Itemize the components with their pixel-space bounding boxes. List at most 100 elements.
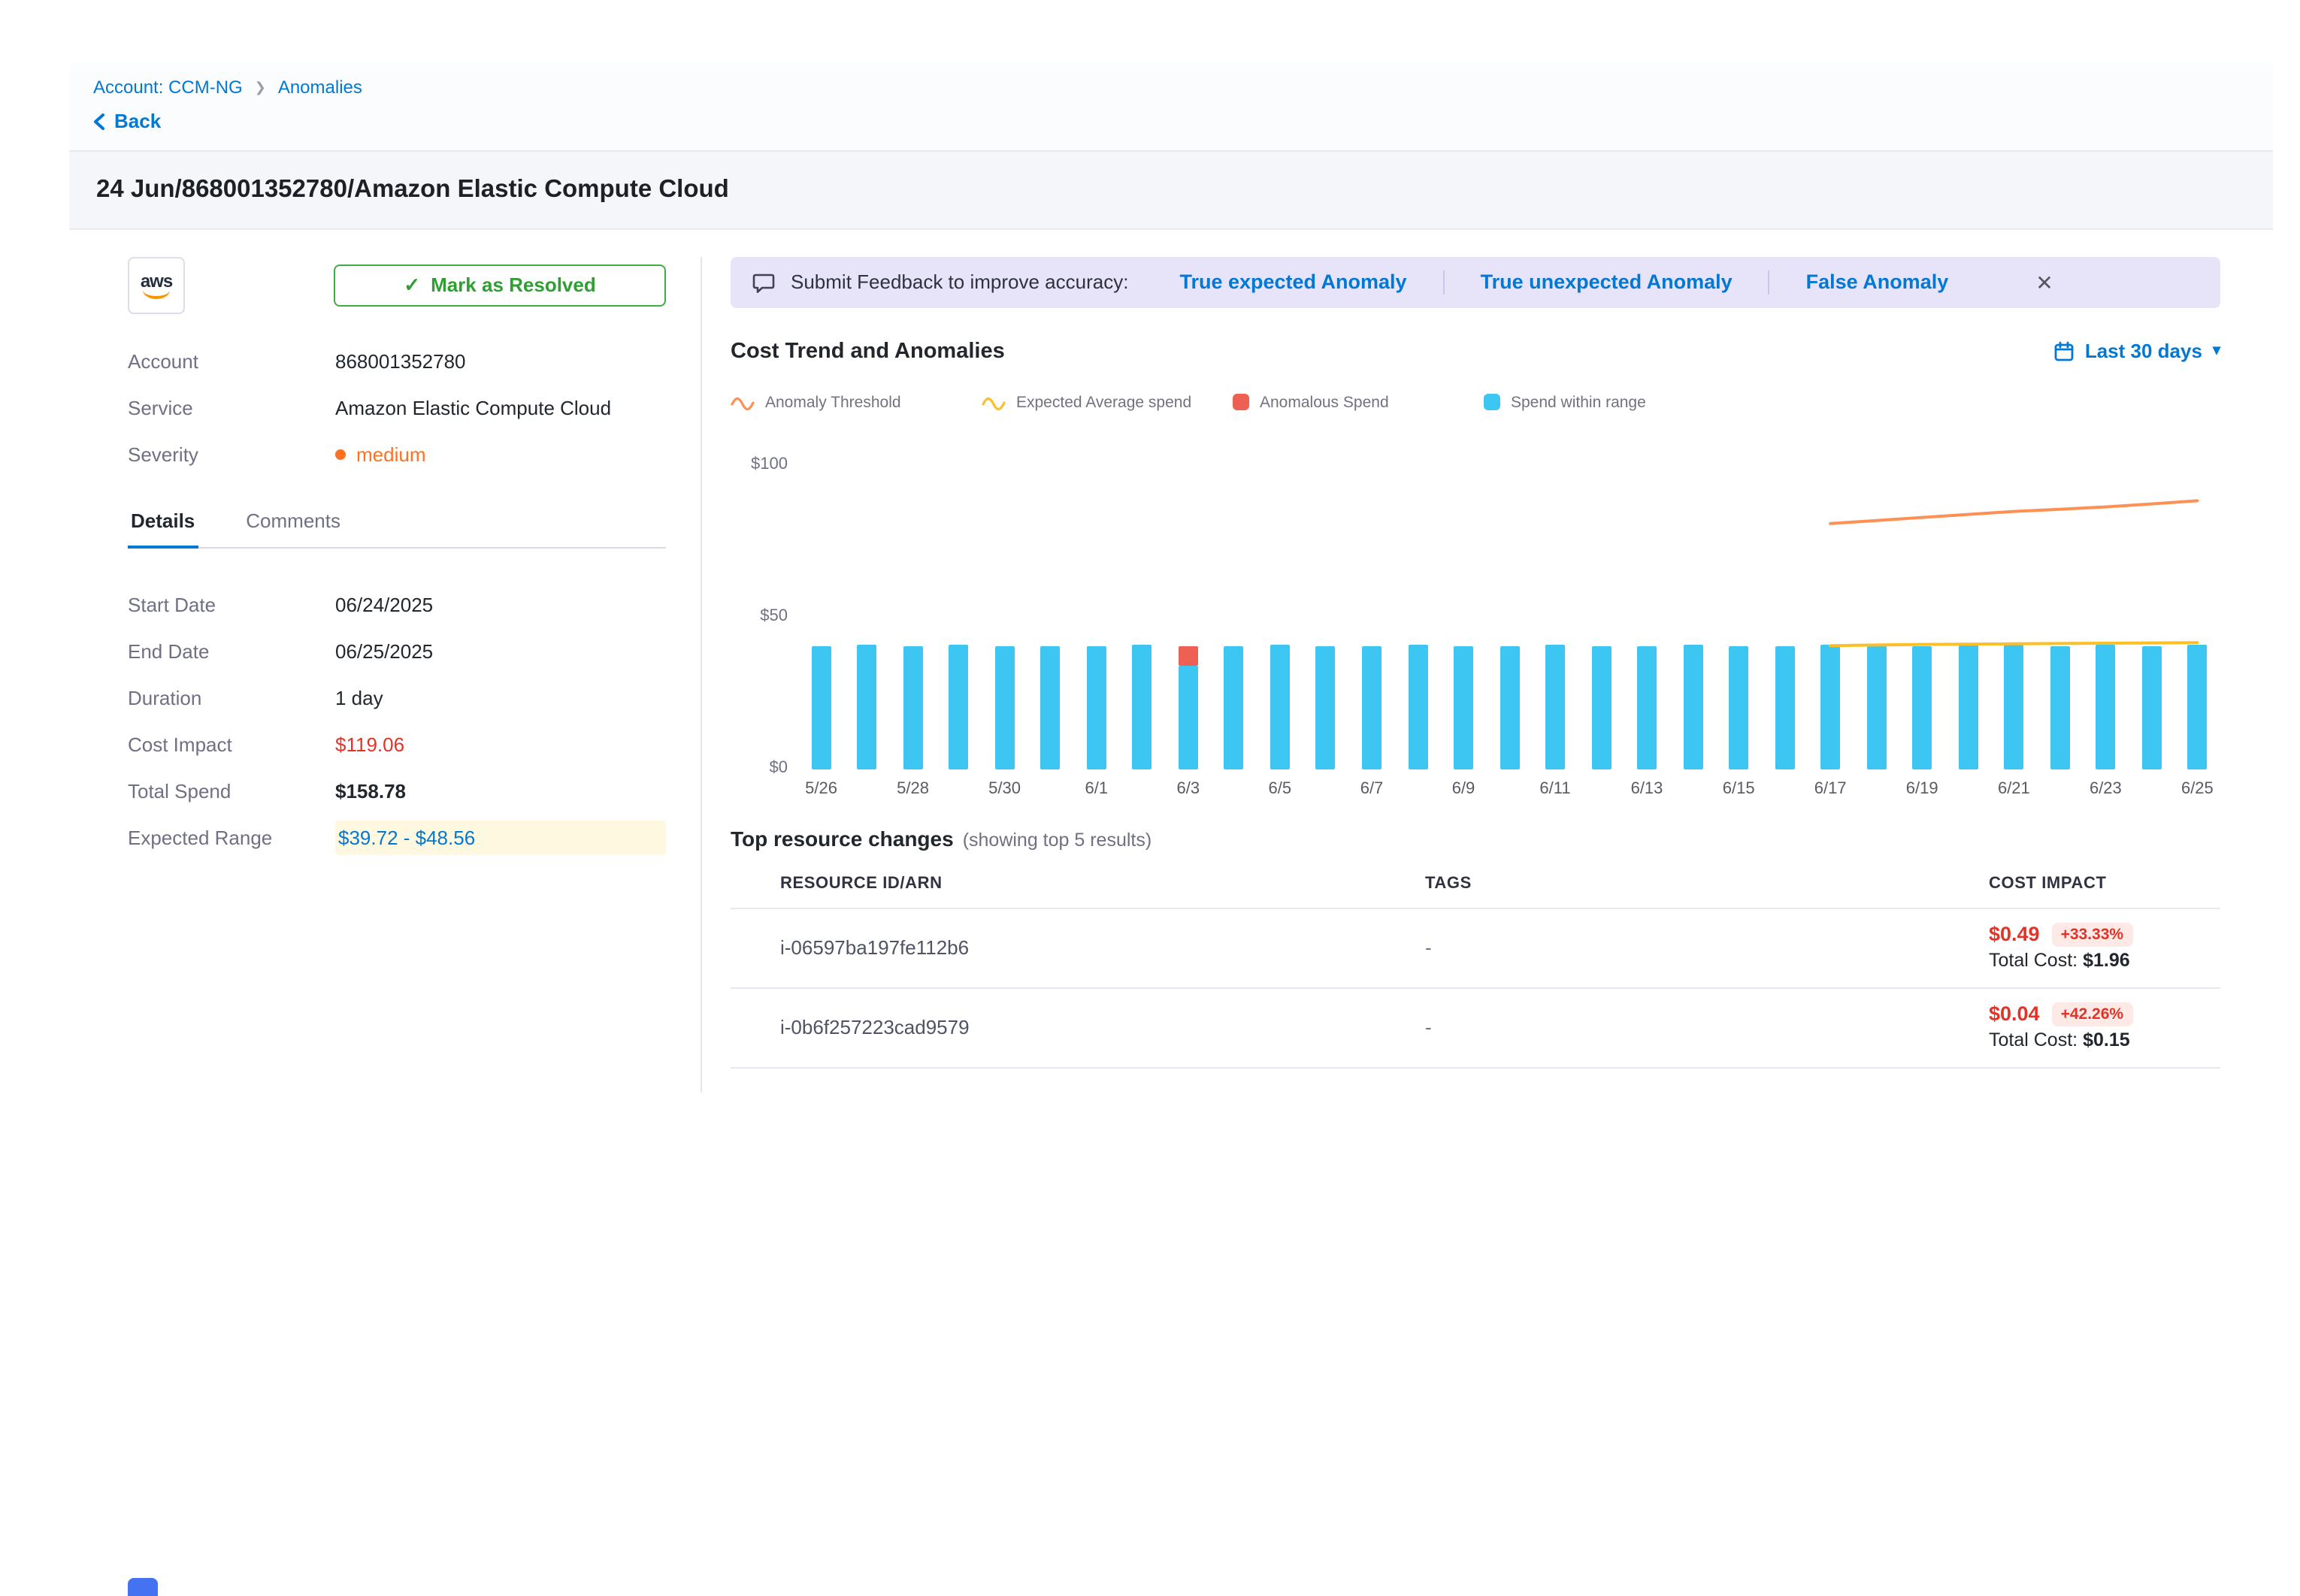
chart-plot	[798, 465, 2220, 769]
bar-6/23[interactable]	[2096, 644, 2115, 769]
severity-value: medium	[356, 443, 426, 465]
x-tick-6/1: 6/1	[1085, 779, 1108, 797]
column-resource-id: RESOURCE ID/ARN	[780, 874, 1425, 892]
feedback-bar: Submit Feedback to improve accuracy: Tru…	[731, 256, 2220, 307]
resource-cost-impact: $0.49 +33.33% Total Cost: $1.96	[1989, 922, 2220, 973]
bar-6/17[interactable]	[1820, 644, 1840, 769]
resource-tags: -	[1425, 936, 1989, 959]
feedback-true-expected[interactable]: True expected Anomaly	[1179, 271, 1406, 293]
bar-6/5[interactable]	[1270, 644, 1290, 769]
bar-6/9[interactable]	[1454, 645, 1473, 769]
aws-swoosh	[143, 289, 170, 298]
bar-6/14[interactable]	[1683, 644, 1702, 769]
breadcrumb-separator-icon: ❯	[255, 80, 266, 94]
field-account: Account 868001352780	[128, 337, 666, 384]
bar-6/21[interactable]	[2004, 644, 2023, 769]
back-button[interactable]: Back	[93, 110, 161, 132]
field-value: Amazon Elastic Compute Cloud	[335, 396, 611, 419]
feedback-prompt: Submit Feedback to improve accuracy:	[791, 271, 1128, 293]
bar-6/11[interactable]	[1545, 644, 1565, 769]
page-header: Account: CCM-NG ❯ Anomalies Back 24 Jun/…	[69, 63, 2273, 229]
bar-6/2[interactable]	[1133, 644, 1152, 769]
bar-6/12[interactable]	[1591, 645, 1611, 769]
column-cost-impact: COST IMPACT	[1989, 874, 2220, 892]
bar-6/20[interactable]	[1958, 644, 1978, 769]
aws-logo-text: aws	[141, 271, 172, 289]
details-list: Start Date 06/24/2025 End Date 06/25/202…	[128, 581, 666, 860]
bar-6/8[interactable]	[1408, 644, 1427, 769]
detail-label: Start Date	[128, 593, 335, 615]
date-range-selector[interactable]: Last 30 days ▾	[2053, 340, 2220, 362]
mark-as-resolved-button[interactable]: ✓ Mark as Resolved	[334, 264, 666, 306]
legend-anomalous-spend: Anomalous Spend	[1233, 393, 1484, 411]
bar-6/10[interactable]	[1500, 645, 1519, 769]
aws-logo-icon: aws	[128, 256, 185, 313]
bar-6/3[interactable]	[1179, 666, 1198, 769]
legend-label: Spend within range	[1511, 393, 1646, 411]
date-range-label: Last 30 days	[2085, 340, 2202, 362]
tab-details[interactable]: Details	[128, 498, 198, 548]
resources-title-row: Top resource changes (showing top 5 resu…	[731, 826, 2220, 850]
field-label: Account	[128, 349, 335, 372]
bar-5/31[interactable]	[1041, 645, 1061, 769]
cost-trend-chart: $0$50$100 5/265/285/306/16/36/56/76/96/1…	[731, 465, 2220, 802]
legend-expected-average: Expected Average spend	[982, 393, 1233, 411]
anomaly-summary-panel: aws ✓ Mark as Resolved Account 868001352…	[128, 256, 666, 1092]
bar-5/27[interactable]	[858, 644, 877, 769]
bar-5/28[interactable]	[903, 645, 923, 769]
x-tick-6/21: 6/21	[1998, 779, 2030, 797]
total-cost-value: $1.96	[2083, 949, 2130, 970]
resource-id: i-06597ba197fe112b6	[780, 936, 1425, 959]
resource-id: i-0b6f257223cad9579	[780, 1016, 1425, 1038]
resource-tags: -	[1425, 1016, 1989, 1038]
legend-label: Expected Average spend	[1016, 393, 1191, 411]
feedback-false-anomaly[interactable]: False Anomaly	[1806, 271, 1949, 293]
close-icon[interactable]: ✕	[2035, 271, 2053, 292]
bar-6/19[interactable]	[1912, 645, 1932, 769]
bar-6/25[interactable]	[2187, 644, 2207, 769]
bar-5/29[interactable]	[949, 644, 969, 769]
bar-6/16[interactable]	[1775, 645, 1794, 769]
legend-label: Anomalous Spend	[1260, 393, 1389, 411]
average-line-icon	[982, 394, 1006, 410]
bar-6/22[interactable]	[2050, 645, 2069, 769]
bar-6/7[interactable]	[1362, 645, 1382, 769]
detail-value: $119.06	[335, 733, 404, 755]
calendar-icon	[2053, 340, 2075, 361]
x-tick-6/15: 6/15	[1723, 779, 1755, 797]
bar-6/24[interactable]	[2141, 645, 2161, 769]
legend-anomaly-threshold: Anomaly Threshold	[731, 393, 982, 411]
x-tick-6/25: 6/25	[2181, 779, 2214, 797]
bar-6/4[interactable]	[1224, 645, 1244, 769]
tab-comments[interactable]: Comments	[243, 498, 343, 546]
bar-6/13[interactable]	[1637, 645, 1657, 769]
breadcrumb-account-link[interactable]: Account: CCM-NG	[93, 77, 243, 98]
detail-value: $39.72 - $48.56	[335, 820, 666, 854]
bar-6/6[interactable]	[1316, 645, 1336, 769]
detail-value: 06/24/2025	[335, 593, 433, 615]
detail-label: End Date	[128, 639, 335, 662]
detail-expected-range: Expected Range $39.72 - $48.56	[128, 814, 666, 860]
resources-title: Top resource changes	[731, 826, 954, 850]
bar-6/15[interactable]	[1729, 645, 1748, 769]
resource-cost-impact: $0.04 +42.26% Total Cost: $0.15	[1989, 1002, 2220, 1053]
bar-6/18[interactable]	[1866, 644, 1886, 769]
feedback-true-unexpected[interactable]: True unexpected Anomaly	[1481, 271, 1733, 293]
bar-5/30[interactable]	[995, 645, 1015, 769]
bar-6/1[interactable]	[1087, 645, 1106, 769]
y-axis-labels: $0$50$100	[731, 465, 788, 769]
total-cost-value: $0.15	[2083, 1029, 2130, 1050]
detail-duration: Duration 1 day	[128, 674, 666, 721]
breadcrumb-anomalies-link[interactable]: Anomalies	[278, 77, 362, 98]
back-row: Back	[93, 110, 2249, 138]
anomalous-spend-swatch-icon	[1233, 394, 1249, 410]
field-label: Service	[128, 396, 335, 419]
content: aws ✓ Mark as Resolved Account 868001352…	[0, 229, 2300, 1092]
detail-label: Cost Impact	[128, 733, 335, 755]
bar-anomalous-6/3[interactable]	[1179, 645, 1198, 665]
chat-widget[interactable]	[128, 1578, 158, 1596]
feedback-separator	[1443, 270, 1445, 294]
bar-5/26[interactable]	[812, 645, 831, 769]
x-tick-6/11: 6/11	[1539, 779, 1570, 797]
detail-value: 1 day	[335, 686, 383, 709]
